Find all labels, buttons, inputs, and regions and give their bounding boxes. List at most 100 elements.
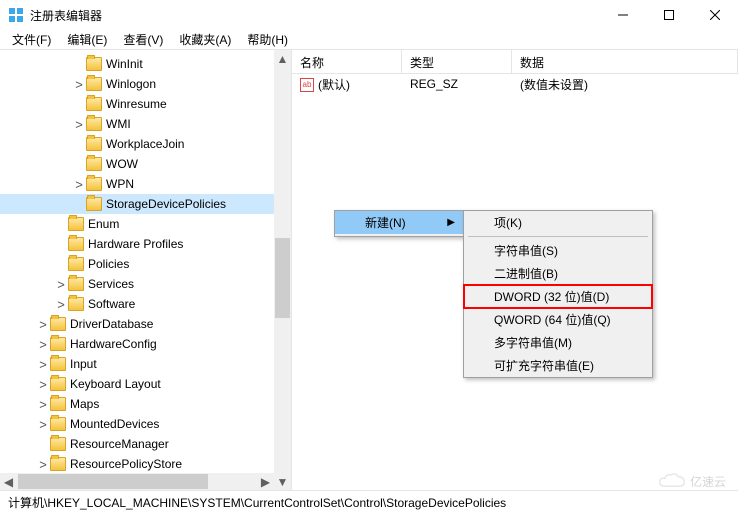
folder-icon xyxy=(86,57,102,71)
tree-item[interactable]: >DriverDatabase xyxy=(0,314,291,334)
folder-icon xyxy=(86,77,102,91)
expand-icon[interactable]: > xyxy=(36,458,50,471)
tree-item-label: HardwareConfig xyxy=(70,337,157,351)
registry-tree[interactable]: ·WinInit > Winlogon ·Winresume>WMI·Workplac… xyxy=(0,50,291,490)
tree-item[interactable]: >Keyboard Layout xyxy=(0,374,291,394)
folder-icon xyxy=(68,297,84,311)
expand-icon[interactable]: > xyxy=(72,78,86,91)
value-type: REG_SZ xyxy=(402,77,512,91)
tree-item[interactable]: ·Hardware Profiles xyxy=(0,234,291,254)
tree-item[interactable]: > HardwareConfig xyxy=(0,334,291,354)
tree-item-label: Input xyxy=(70,357,97,371)
tree-item[interactable]: ·StorageDevicePolicies xyxy=(0,194,291,214)
status-path: 计算机\HKEY_LOCAL_MACHINE\SYSTEM\CurrentCon… xyxy=(8,494,506,511)
tree-item[interactable]: > WPN xyxy=(0,174,291,194)
folder-icon xyxy=(50,337,66,351)
menu-help[interactable]: 帮助(H) xyxy=(239,29,296,50)
tree-item-label: Winlogon xyxy=(106,77,156,91)
submenu-key[interactable]: 项(K) xyxy=(464,211,652,234)
context-menu-new[interactable]: 新建(N) ▶ xyxy=(335,211,463,234)
tree-item-label: ResourceManager xyxy=(70,437,169,451)
col-header-name[interactable]: 名称 xyxy=(292,50,402,73)
col-header-type[interactable]: 类型 xyxy=(402,50,512,73)
tree-item[interactable]: > Services xyxy=(0,274,291,294)
menu-edit[interactable]: 编辑(E) xyxy=(59,29,115,50)
tree-item-label: WPN xyxy=(106,177,134,191)
submenu-string[interactable]: 字符串值(S) xyxy=(464,239,652,262)
menu-view[interactable]: 查看(V) xyxy=(115,29,171,50)
tree-item[interactable]: > Software xyxy=(0,294,291,314)
tree-item[interactable]: ·WinInit xyxy=(0,54,291,74)
folder-icon xyxy=(50,397,66,411)
tree-item[interactable]: > Input xyxy=(0,354,291,374)
tree-item-label: WinInit xyxy=(106,57,143,71)
app-icon xyxy=(8,7,24,23)
menu-favorites[interactable]: 收藏夹(A) xyxy=(171,29,239,50)
tree-item-label: Services xyxy=(88,277,134,291)
tree-item[interactable]: ·Winresume xyxy=(0,94,291,114)
tree-item-label: ResourcePolicyStore xyxy=(70,457,182,471)
string-icon: ab xyxy=(300,78,314,92)
expand-icon[interactable]: > xyxy=(36,318,50,331)
close-button[interactable] xyxy=(692,0,738,30)
col-header-data[interactable]: 数据 xyxy=(512,50,738,73)
folder-icon xyxy=(50,317,66,331)
minimize-button[interactable] xyxy=(600,0,646,30)
expand-icon[interactable]: > xyxy=(72,118,86,131)
context-submenu-new[interactable]: 项(K) 字符串值(S) 二进制值(B) DWORD (32 位)值(D) QW… xyxy=(463,210,653,378)
maximize-button[interactable] xyxy=(646,0,692,30)
folder-icon xyxy=(68,237,84,251)
folder-icon xyxy=(68,277,84,291)
folder-icon xyxy=(68,257,84,271)
submenu-dword32[interactable]: DWORD (32 位)值(D) xyxy=(464,285,652,308)
tree-item[interactable]: > Maps xyxy=(0,394,291,414)
folder-icon xyxy=(50,437,66,451)
menu-bar: 文件(F) 编辑(E) 查看(V) 收藏夹(A) 帮助(H) xyxy=(0,30,738,50)
window-controls xyxy=(600,0,738,30)
expand-icon[interactable]: > xyxy=(36,338,50,351)
tree-item-label: StorageDevicePolicies xyxy=(106,197,226,211)
scroll-right-arrow[interactable]: ▶ xyxy=(257,473,274,490)
tree-item-label: Software xyxy=(88,297,135,311)
expand-icon[interactable]: > xyxy=(54,278,68,291)
tree-item[interactable]: ·Policies xyxy=(0,254,291,274)
list-header: 名称 类型 数据 xyxy=(292,50,738,74)
tree-item-label: Hardware Profiles xyxy=(88,237,183,251)
context-menu[interactable]: 新建(N) ▶ 项(K) 字符串值(S) 二进制值(B) DWORD (32 位… xyxy=(334,210,464,237)
expand-icon[interactable]: > xyxy=(54,298,68,311)
tree-item[interactable]: > Winlogon xyxy=(0,74,291,94)
tree-item[interactable]: >MountedDevices xyxy=(0,414,291,434)
folder-icon xyxy=(50,377,66,391)
tree-item-label: Maps xyxy=(70,397,99,411)
scroll-thumb-h[interactable] xyxy=(18,474,208,489)
tree-item[interactable]: >WMI xyxy=(0,114,291,134)
submenu-multistring[interactable]: 多字符串值(M) xyxy=(464,331,652,354)
submenu-binary[interactable]: 二进制值(B) xyxy=(464,262,652,285)
folder-icon xyxy=(86,137,102,151)
expand-icon[interactable]: > xyxy=(36,398,50,411)
watermark: 亿速云 xyxy=(658,472,726,490)
tree-item[interactable]: ·WOW xyxy=(0,154,291,174)
tree-item[interactable]: ·Enum xyxy=(0,214,291,234)
submenu-expandstring[interactable]: 可扩充字符串值(E) xyxy=(464,354,652,377)
tree-vertical-scrollbar[interactable]: ▲ ▼ xyxy=(274,50,291,490)
list-item[interactable]: ab(默认) REG_SZ (数值未设置) xyxy=(292,74,738,94)
tree-item[interactable]: ·ResourceManager xyxy=(0,434,291,454)
tree-item[interactable]: ·WorkplaceJoin xyxy=(0,134,291,154)
scroll-down-arrow[interactable]: ▼ xyxy=(274,473,291,490)
scroll-thumb[interactable] xyxy=(275,238,290,318)
tree-horizontal-scrollbar[interactable]: ◀ ▶ xyxy=(0,473,274,490)
scroll-left-arrow[interactable]: ◀ xyxy=(0,473,17,490)
expand-icon[interactable]: > xyxy=(72,178,86,191)
submenu-qword64[interactable]: QWORD (64 位)值(Q) xyxy=(464,308,652,331)
menu-file[interactable]: 文件(F) xyxy=(4,29,59,50)
title-bar: 注册表编辑器 xyxy=(0,0,738,30)
scroll-up-arrow[interactable]: ▲ xyxy=(274,50,291,67)
expand-icon[interactable]: > xyxy=(36,418,50,431)
tree-item[interactable]: > ResourcePolicyStore xyxy=(0,454,291,474)
tree-item-label: WorkplaceJoin xyxy=(106,137,184,151)
folder-icon xyxy=(86,177,102,191)
expand-icon[interactable]: > xyxy=(36,358,50,371)
expand-icon[interactable]: > xyxy=(36,378,50,391)
tree-item-label: Policies xyxy=(88,257,129,271)
